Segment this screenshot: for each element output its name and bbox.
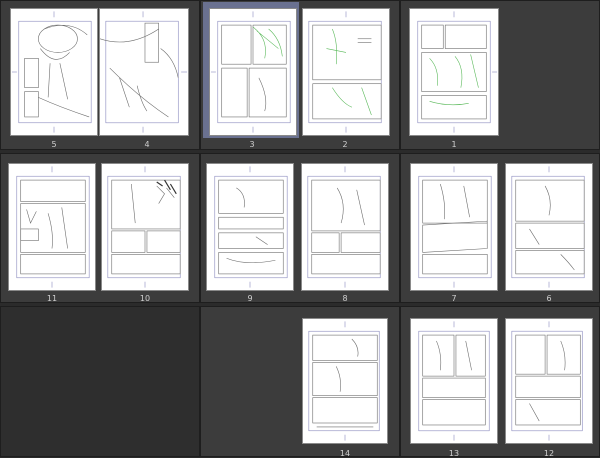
page-thumbnail-13[interactable] (410, 318, 498, 444)
page-number-8: 8 (342, 294, 348, 303)
page-thumbnail-12[interactable] (505, 318, 593, 444)
page-thumbnail-4[interactable] (99, 8, 189, 136)
spread-empty (0, 306, 200, 457)
sketch-drawing (307, 166, 381, 288)
sketch-drawing (418, 321, 490, 441)
sketch-drawing (511, 321, 583, 441)
page-thumbnail-3[interactable] (209, 8, 297, 136)
sketch-drawing (511, 166, 585, 288)
page-number-5: 5 (51, 140, 57, 149)
page-thumbnail-8[interactable] (301, 163, 389, 291)
page-thumbnail-14[interactable] (302, 318, 388, 444)
sketch-drawing (308, 11, 382, 133)
page-number-6: 6 (546, 294, 552, 303)
sketch-drawing (107, 166, 181, 288)
page-thumbnail-2[interactable] (302, 8, 390, 136)
sketch-drawing (308, 321, 380, 441)
page-thumbnail-6[interactable] (505, 163, 593, 291)
page-thumbnail-1[interactable] (409, 8, 499, 136)
page-number-3: 3 (249, 140, 255, 149)
page-number-1: 1 (451, 140, 457, 149)
sketch-drawing (16, 166, 90, 288)
page-thumbnail-10[interactable] (101, 163, 189, 291)
page-thumbnail-7[interactable] (410, 163, 498, 291)
page-thumbnail-11[interactable] (8, 163, 96, 291)
sketch-drawing (214, 166, 288, 288)
page-number-7: 7 (451, 294, 457, 303)
page-management-grid: 5 4 3 2 1 11 10 9 8 7 6 14 13 12 (0, 0, 600, 458)
page-number-11: 11 (46, 294, 58, 303)
sketch-drawing (11, 11, 92, 133)
sketch-drawing (418, 166, 492, 288)
page-number-9: 9 (247, 294, 253, 303)
page-thumbnail-5[interactable] (10, 8, 98, 136)
sketch-drawing (417, 11, 498, 133)
sketch-drawing (100, 11, 188, 133)
page-number-2: 2 (342, 140, 348, 149)
page-thumbnail-9[interactable] (206, 163, 294, 291)
page-number-10: 10 (139, 294, 151, 303)
page-number-4: 4 (144, 140, 150, 149)
sketch-drawing (210, 11, 291, 133)
